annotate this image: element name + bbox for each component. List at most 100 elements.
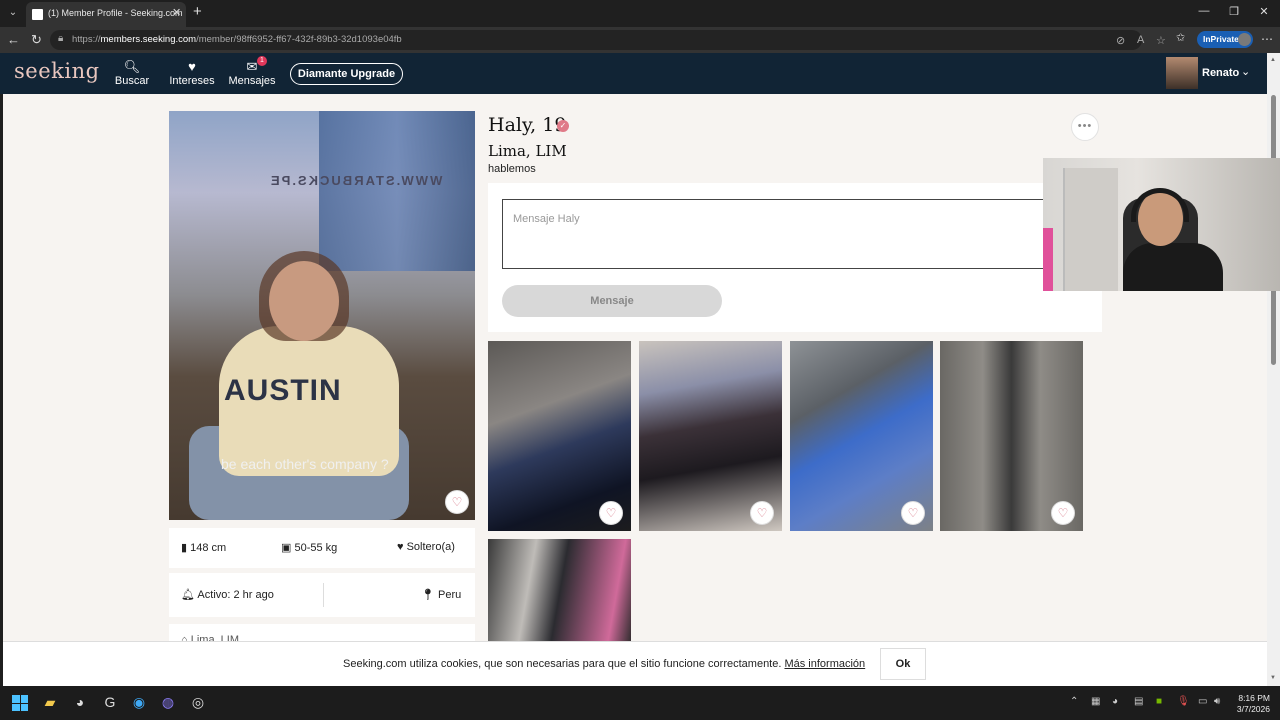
webcam-pink-object — [1043, 228, 1053, 291]
more-options-button[interactable]: ••• — [1071, 113, 1099, 141]
height-stat: ▮ 148 cm — [181, 542, 227, 554]
bell-icon: 🔔︎ — [181, 589, 195, 601]
message-icon: ✉ — [246, 59, 258, 74]
clock-time: 8:16 PM — [1238, 693, 1270, 703]
like-photo-button[interactable]: ♡ — [750, 501, 774, 525]
edge-icon[interactable]: ◉ — [129, 694, 149, 711]
send-message-button[interactable]: Mensaje — [502, 285, 722, 317]
weight-stat: ▣ 50-55 kg — [281, 542, 338, 554]
user-name[interactable]: Renato — [1202, 67, 1239, 79]
scroll-down-icon[interactable]: ▼ — [1270, 675, 1276, 681]
like-photo-button[interactable]: ♡ — [901, 501, 925, 525]
profile-avatar-icon — [1238, 33, 1251, 46]
divider — [323, 583, 324, 607]
windows-start-icon[interactable] — [12, 695, 28, 711]
gallery-photo[interactable] — [488, 539, 631, 649]
avatar[interactable] — [1166, 57, 1198, 89]
scroll-up-icon[interactable]: ▲ — [1270, 57, 1276, 63]
site-header: seeking 🔍︎ Buscar ♥ Intereses ✉ 1 Mensaj… — [0, 53, 1280, 94]
nav-intereses[interactable]: ♥ Intereses — [162, 59, 222, 87]
stats-card-activity: 🔔︎ Activo: 2 hr ago 📍︎ Peru — [169, 573, 475, 617]
webcam-door — [1063, 168, 1118, 291]
heart-icon: ♥ — [397, 541, 404, 553]
lock-icon: 🔒︎ — [58, 33, 64, 44]
tray-volume-icon[interactable]: 🔊︎ — [1214, 696, 1220, 707]
gallery-photo[interactable]: ♡ — [488, 341, 631, 531]
heart-outline-icon: ♡ — [605, 506, 617, 520]
like-photo-button[interactable]: ♡ — [1051, 501, 1075, 525]
refresh-icon[interactable]: ↻ — [31, 32, 42, 48]
profile-name-age: Haly, 19 — [488, 114, 567, 136]
tray-chevron-up-icon[interactable]: ⌃ — [1070, 696, 1078, 707]
read-aloud-icon[interactable]: A — [1137, 34, 1144, 46]
restore-icon[interactable]: ❐ — [1224, 5, 1244, 18]
heart-outline-icon: ♡ — [451, 495, 463, 509]
file-explorer-icon[interactable]: ▰ — [40, 694, 60, 711]
like-photo-button[interactable]: ♡ — [599, 501, 623, 525]
cookie-banner: Seeking.com utiliza cookies, que son nec… — [3, 641, 1267, 686]
tray-nvidia-icon[interactable]: ■ — [1156, 696, 1162, 707]
inprivate-badge[interactable]: InPrivate — [1197, 31, 1253, 48]
nav-label: Buscar — [114, 75, 150, 87]
minimize-icon[interactable]: — — [1194, 5, 1214, 17]
favicon-icon — [32, 9, 43, 20]
steam-icon[interactable]: ◕ — [70, 694, 90, 710]
app-g-icon[interactable]: G — [100, 694, 120, 710]
seeking-logo[interactable]: seeking — [14, 59, 100, 83]
cookie-ok-button[interactable]: Ok — [880, 648, 926, 680]
cookie-text: Seeking.com utiliza cookies, que son nec… — [343, 658, 866, 670]
close-window-icon[interactable]: ✕ — [1254, 5, 1274, 18]
verified-icon: ✓ — [557, 120, 569, 132]
url-input[interactable]: 🔒︎ https://members.seeking.com/member/98… — [50, 30, 1166, 50]
chevron-down-icon[interactable]: ⌄ — [1241, 65, 1250, 78]
tray-network-icon[interactable]: ▭ — [1198, 696, 1207, 707]
cookie-more-info-link[interactable]: Más información — [784, 658, 865, 670]
diamante-upgrade-button[interactable]: Diamante Upgrade — [290, 63, 403, 85]
photo-building — [319, 111, 475, 271]
country-stat: 📍︎ Peru — [421, 589, 462, 601]
nav-buscar[interactable]: 🔍︎ Buscar — [102, 59, 162, 87]
browser-menu-icon[interactable]: ⋯ — [1261, 32, 1273, 46]
stats-card-body: ▮ 148 cm ▣ 50-55 kg ♥ Soltero(a) — [169, 528, 475, 568]
gallery-photo[interactable]: ♡ — [790, 341, 933, 531]
browser-tab[interactable]: (1) Member Profile - Seeking.com ✕ — [26, 2, 186, 27]
message-placeholder: Mensaje Haly — [513, 213, 580, 225]
clock-date: 3/7/2026 — [1236, 704, 1270, 714]
discord-icon[interactable]: ◍ — [158, 694, 178, 711]
close-tab-icon[interactable]: ✕ — [172, 6, 181, 19]
obs-icon[interactable]: ◎ — [188, 694, 208, 711]
tray-mic-icon[interactable]: 🎙︎ — [1177, 696, 1190, 707]
photo-face — [269, 261, 339, 341]
scale-icon: ▣ — [281, 542, 292, 554]
new-tab-icon[interactable]: + — [193, 3, 202, 20]
heart-outline-icon: ♡ — [907, 506, 919, 520]
tracking-prevention-icon[interactable]: ⊘ — [1116, 34, 1125, 47]
tray-app2-icon[interactable]: ▤ — [1134, 696, 1143, 707]
location-pin-icon: 📍︎ — [421, 589, 435, 601]
address-bar-row: ← ↻ 🔒︎ https://members.seeking.com/membe… — [0, 27, 1280, 53]
like-photo-button[interactable]: ♡ — [445, 490, 469, 514]
tray-app-icon[interactable]: ▦ — [1091, 696, 1100, 707]
message-panel: Mensaje Haly Mensaje — [488, 183, 1102, 332]
tray-steam-icon[interactable]: ◕ — [1112, 696, 1118, 707]
taskbar-clock[interactable]: 8:16 PM 3/7/2026 — [1232, 693, 1270, 715]
main-profile-photo[interactable]: WWW.STARBUCKS.PE AUSTIN be each other's … — [169, 111, 475, 520]
relationship-stat: ♥ Soltero(a) — [397, 541, 455, 553]
tab-actions-icon[interactable]: ⌄ — [5, 5, 21, 21]
gallery-photo[interactable]: ♡ — [940, 341, 1083, 531]
page-scrollbar[interactable]: ▲ ▼ — [1267, 53, 1280, 686]
active-stat: 🔔︎ Activo: 2 hr ago — [181, 589, 274, 601]
webcam-overlay — [1043, 158, 1280, 291]
tab-title: (1) Member Profile - Seeking.com — [48, 8, 183, 18]
gallery-photo[interactable]: ♡ — [639, 341, 782, 531]
message-input[interactable]: Mensaje Haly — [502, 199, 1062, 269]
windows-taskbar: ▰ ◕ G ◉ ◍ ◎ ⌃ ▦ ◕ ▤ ■ 🎙︎ ▭ 🔊︎ 8:16 PM 3/… — [0, 686, 1280, 720]
favorite-star-icon[interactable]: ☆ — [1156, 34, 1166, 47]
photo-sweater-text: AUSTIN — [224, 374, 342, 407]
nav-label: Mensajes — [228, 75, 276, 87]
back-icon[interactable]: ← — [7, 32, 20, 47]
heart-icon: ♥ — [188, 59, 196, 74]
nav-label: Intereses — [169, 75, 215, 87]
nav-mensajes[interactable]: ✉ 1 Mensajes — [222, 56, 282, 87]
favorites-icon[interactable]: ✩ — [1176, 31, 1185, 44]
